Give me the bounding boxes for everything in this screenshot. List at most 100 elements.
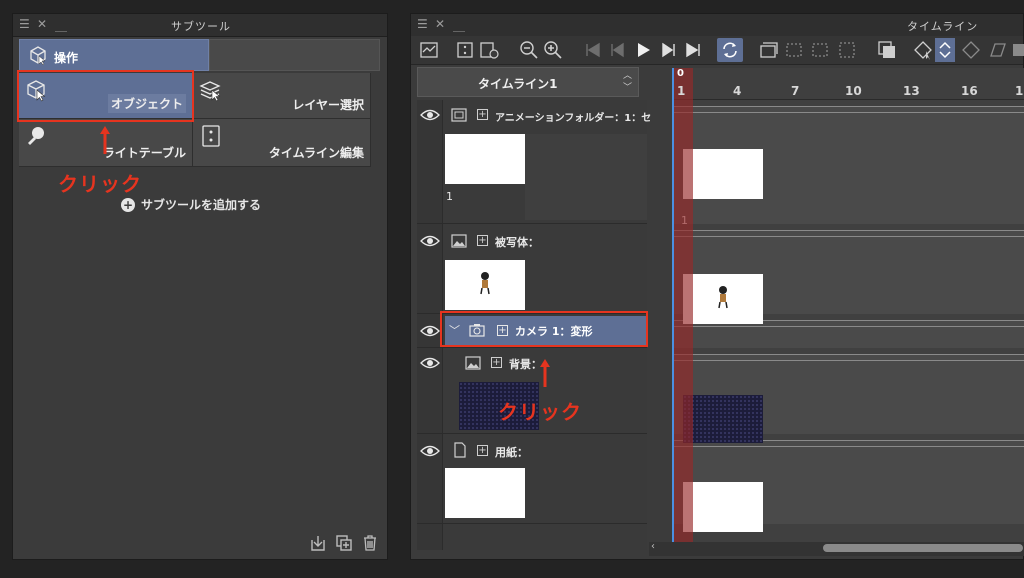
subtool-label: レイヤー選択 (292, 98, 364, 112)
expand-plus-icon[interactable]: + (477, 235, 488, 246)
layer-select-icon (199, 81, 221, 102)
last-frame-icon[interactable] (683, 40, 703, 60)
loop-toggle[interactable] (717, 38, 743, 62)
subtool-timeline-edit[interactable]: タイムライン編集 (193, 119, 371, 167)
frame-row (673, 320, 1024, 348)
folder-icon (451, 108, 467, 122)
updown-icon: ︿ ﹀ (622, 71, 632, 93)
subtool-panel-header[interactable]: ☰ ✕ ＿ サブツール (13, 14, 387, 37)
eye-icon[interactable] (420, 324, 440, 338)
layer-row-animation-folder[interactable]: + アニメーションフォルダー：1：セ 1 (417, 100, 651, 224)
expand-plus-icon[interactable]: + (477, 109, 488, 120)
prev-frame-icon[interactable] (607, 40, 627, 60)
frame-thumbnail (683, 149, 763, 199)
scroll-left-icon[interactable]: ‹ (651, 541, 655, 552)
add-subtool-label: サブツールを追加する (141, 198, 262, 212)
character-figure-icon (480, 272, 490, 295)
tool-group-label: 操作 (54, 51, 79, 65)
frame-line (673, 230, 1024, 231)
frame-line (673, 446, 1024, 447)
timeline-edit-icon (202, 125, 220, 147)
assign-cel-icon[interactable] (785, 40, 805, 60)
ruler-label: 7 (791, 84, 800, 98)
highlight-object-tool (17, 70, 194, 122)
annotation-click-2: クリック (498, 400, 582, 424)
menu-icon[interactable]: ☰ (19, 17, 30, 31)
eye-icon[interactable] (420, 234, 440, 248)
layer-name: 用紙： (495, 446, 528, 459)
playhead[interactable] (672, 68, 674, 544)
specify-cel-icon[interactable] (811, 40, 831, 60)
clear-cel-icon[interactable] (837, 40, 857, 60)
frame-line (673, 236, 1024, 237)
frame-thumbnail (683, 274, 763, 324)
loop-icon (723, 42, 737, 58)
next-frame-icon[interactable] (659, 40, 679, 60)
expand-plus-icon[interactable]: + (477, 445, 488, 456)
chevron-updown-icon (939, 41, 951, 59)
keyframe-more-icon[interactable] (1011, 40, 1024, 60)
layer-thumbnail (445, 134, 525, 184)
expand-plus-icon[interactable]: + (491, 357, 502, 368)
close-icon[interactable]: ✕ (37, 17, 47, 31)
keyframe-toggle[interactable] (935, 38, 955, 62)
layer-row-paper[interactable]: + 用紙： (417, 434, 647, 524)
tool-group-strip (209, 39, 380, 71)
keyframe-erase-icon[interactable] (987, 40, 1007, 60)
timeline-panel: ☰ ✕ ＿ タイムライン タイムライン1 ︿ ﹀ + アニメーションフォルダー：1… (410, 13, 1024, 560)
close-icon[interactable]: ✕ (435, 17, 445, 31)
character-figure-icon (718, 286, 728, 309)
layer-thumbnail (445, 260, 525, 310)
tool-group-tab[interactable]: 操作 (19, 39, 209, 71)
zoom-out-icon[interactable] (519, 40, 539, 60)
image-layer-icon (451, 234, 467, 248)
duplicate-icon[interactable] (335, 534, 353, 552)
eye-icon[interactable] (420, 356, 440, 370)
subtool-layer-select[interactable]: レイヤー選択 (193, 73, 371, 119)
first-frame-icon[interactable] (583, 40, 603, 60)
new-timeline-icon[interactable] (455, 40, 475, 60)
ruler-label: 10 (845, 84, 862, 98)
layer-thumb-strip (525, 134, 647, 220)
timeline-selector-label: タイムライン1 (478, 77, 558, 91)
timeline-settings-icon[interactable] (479, 40, 499, 60)
eye-icon[interactable] (420, 444, 440, 458)
import-icon[interactable] (309, 534, 327, 552)
image-layer-icon (465, 356, 481, 370)
layer-thumbnail (445, 468, 525, 518)
keyframe-icon[interactable] (913, 40, 933, 60)
onion-skin-icon[interactable] (877, 40, 897, 60)
add-subtool-button[interactable]: + サブツールを追加する (121, 196, 261, 213)
arrow-up-icon (540, 359, 550, 387)
frame-grid[interactable]: 1 (673, 68, 1024, 544)
timeline-view-icon[interactable] (419, 40, 439, 60)
annotation-click-1: クリック (58, 172, 142, 196)
light-table-icon (28, 127, 44, 145)
menu-icon[interactable]: ☰ (417, 17, 428, 31)
panel-title: サブツール (171, 20, 231, 33)
frame-line (673, 112, 1024, 113)
object-cube-icon (30, 46, 46, 65)
subtool-label: タイムライン編集 (268, 146, 364, 160)
keyframe-add-icon[interactable] (961, 40, 981, 60)
layer-row-subject[interactable]: + 被写体： (417, 224, 647, 314)
current-frame-marker (673, 68, 693, 542)
horizontal-scrollbar-thumb[interactable] (823, 544, 1023, 552)
frame-line (673, 326, 1024, 327)
eye-icon[interactable] (420, 108, 440, 122)
paper-icon (454, 442, 466, 458)
ruler-label: 4 (733, 84, 742, 98)
new-cel-icon[interactable] (759, 40, 779, 60)
frame-thumbnail (683, 395, 763, 443)
frame-line (673, 354, 1024, 355)
ruler-label: 13 (903, 84, 920, 98)
timeline-panel-header[interactable]: ☰ ✕ ＿ タイムライン (411, 14, 1023, 37)
highlight-camera-layer (440, 311, 648, 347)
zoom-in-icon[interactable] (543, 40, 563, 60)
play-icon[interactable] (633, 40, 653, 60)
minimize-icon[interactable]: ＿ (55, 17, 67, 34)
timeline-selector[interactable]: タイムライン1 ︿ ﹀ (417, 67, 639, 97)
minimize-icon[interactable]: ＿ (453, 17, 465, 34)
trash-icon[interactable] (361, 534, 379, 552)
layer-name: アニメーションフォルダー：1：セ (495, 113, 652, 124)
